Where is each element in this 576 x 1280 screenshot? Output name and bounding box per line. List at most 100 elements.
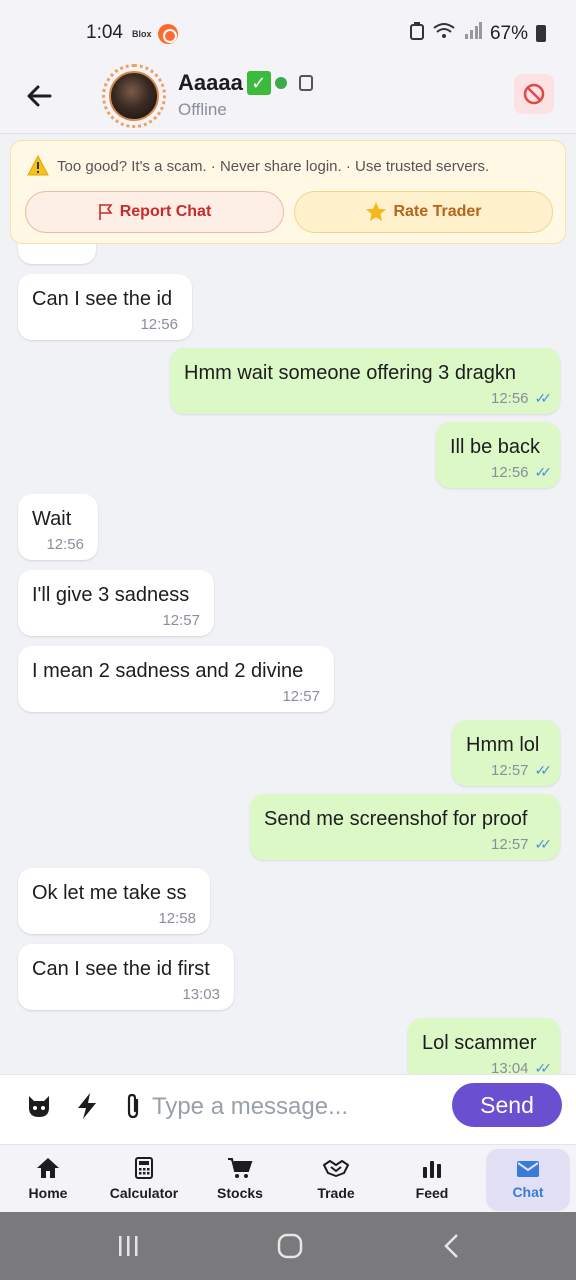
- flag-icon: [98, 204, 113, 220]
- message-time: 12:57: [162, 612, 200, 629]
- contact-status: Offline: [178, 100, 227, 119]
- rate-trader-button[interactable]: Rate Trader: [294, 191, 553, 233]
- status-app-label: Blox: [132, 29, 152, 39]
- message-composer: Send: [0, 1074, 576, 1144]
- nav-label: Home: [28, 1185, 68, 1201]
- message-text: Lol scammer: [422, 1032, 537, 1054]
- message-time: 12:56 ✓✓: [490, 390, 553, 407]
- star-icon: [366, 202, 387, 221]
- message-time: 12:57: [282, 688, 320, 705]
- double-check-icon: ✓✓: [534, 390, 553, 406]
- recent-apps-button[interactable]: [108, 1232, 148, 1260]
- status-right: 67%: [409, 22, 546, 45]
- screen-record-icon: [158, 24, 178, 44]
- message-input[interactable]: [152, 1087, 442, 1127]
- double-check-icon: ✓✓: [534, 836, 553, 852]
- verified-check-icon: ✓: [246, 71, 271, 95]
- home-system-button[interactable]: [270, 1232, 310, 1260]
- scam-warning-banner: Too good? It's a scam. · Never share log…: [10, 140, 566, 244]
- message-text: I mean 2 sadness and 2 divine: [32, 660, 304, 682]
- system-navigation-bar: [0, 1212, 576, 1280]
- double-check-icon: ✓✓: [534, 464, 553, 480]
- lightning-icon[interactable]: [72, 1091, 102, 1121]
- message-bubble-received[interactable]: I'll give 3 sadness 12:57: [18, 570, 214, 636]
- nav-label: Chat: [512, 1184, 544, 1200]
- double-check-icon: ✓✓: [534, 1060, 553, 1074]
- message-time: 12:56: [140, 316, 178, 333]
- message-time: 13:03: [182, 986, 220, 1003]
- message-text: I'll give 3 sadness: [32, 584, 190, 606]
- message-time: 12:57 ✓✓: [490, 762, 553, 779]
- message-time: 12:56 ✓✓: [490, 464, 553, 481]
- wifi-icon: [432, 22, 456, 45]
- nav-label: Calculator: [109, 1185, 179, 1201]
- message-text: Hmm wait someone offering 3 dragkn: [184, 362, 517, 384]
- avatar[interactable]: [102, 64, 166, 128]
- mail-icon: [517, 1161, 539, 1177]
- nav-item-trade[interactable]: Trade: [288, 1145, 384, 1213]
- message-bubble-sent[interactable]: Hmm lol 12:57 ✓✓: [452, 720, 560, 786]
- home-circle-icon: [277, 1233, 303, 1259]
- double-check-icon: ✓✓: [534, 762, 553, 778]
- paperclip-icon[interactable]: [118, 1091, 148, 1121]
- message-text: Hmm lol: [466, 734, 540, 756]
- message-bubble-received[interactable]: I mean 2 sadness and 2 divine 12:57: [18, 646, 334, 712]
- message-bubble-received[interactable]: Wait 12:56: [18, 494, 98, 560]
- block-icon: [523, 83, 545, 105]
- arrow-left-icon: [27, 85, 52, 107]
- alarm-icon: [409, 22, 424, 45]
- nav-item-stocks[interactable]: Stocks: [192, 1145, 288, 1213]
- contact-name-row: Aaaaa ✓: [178, 70, 313, 96]
- chevron-left-icon: [444, 1234, 458, 1258]
- message-text: Wait: [32, 508, 72, 530]
- signal-icon: [464, 22, 482, 45]
- block-user-button[interactable]: [514, 74, 554, 114]
- message-time: 12:58: [158, 910, 196, 927]
- report-chat-label: Report Chat: [119, 203, 212, 220]
- message-bubble-received[interactable]: Ok let me take ss 12:58: [18, 868, 210, 934]
- status-bar: 1:04 Blox 67%: [0, 0, 576, 64]
- warning-icon: [27, 154, 49, 182]
- report-chat-button[interactable]: Report Chat: [25, 191, 284, 233]
- back-button[interactable]: [22, 78, 58, 114]
- recents-icon: [119, 1236, 138, 1256]
- back-system-button[interactable]: [432, 1232, 472, 1260]
- bar-chart-icon: [423, 1161, 441, 1178]
- online-gem-icon: [274, 77, 287, 89]
- message-bubble-received[interactable]: Can I see the id 12:56: [18, 274, 192, 340]
- message-bubble-sent[interactable]: Hmm wait someone offering 3 dragkn 12:56…: [170, 348, 560, 414]
- battery-percent: 67%: [489, 22, 528, 44]
- message-text: Ill be back: [450, 436, 541, 458]
- github-cat-icon[interactable]: [24, 1091, 54, 1121]
- copy-icon[interactable]: [298, 75, 313, 91]
- message-text: Ok let me take ss: [32, 882, 187, 904]
- message-bubble-received[interactable]: Can I see the id first 13:03: [18, 944, 234, 1010]
- handshake-icon: [323, 1160, 349, 1177]
- nav-label: Trade: [317, 1185, 355, 1201]
- nav-item-calculator[interactable]: Calculator: [96, 1145, 192, 1213]
- message-time: 13:04 ✓✓: [491, 1060, 553, 1074]
- nav-label: Feed: [415, 1185, 449, 1201]
- calculator-icon: [135, 1157, 153, 1179]
- message-bubble-sent[interactable]: Send me screenshof for proof 12:57 ✓✓: [250, 794, 560, 860]
- message-bubble-sent[interactable]: Lol scammer 13:04 ✓✓: [408, 1018, 560, 1074]
- message-time: 12:56: [46, 536, 84, 553]
- warning-text: Too good? It's a scam. · Never share log…: [57, 158, 490, 175]
- nav-item-home[interactable]: Home: [0, 1145, 96, 1213]
- message-bubble-sent[interactable]: Ill be back 12:56 ✓✓: [436, 422, 560, 488]
- nav-item-feed[interactable]: Feed: [384, 1145, 480, 1213]
- nav-item-chat[interactable]: Chat: [486, 1149, 570, 1211]
- battery-icon: [536, 25, 546, 42]
- message-list[interactable]: Can I see the id 12:56 Hmm wait someone …: [0, 244, 576, 1074]
- bottom-navigation: Home Calculator Stocks Trade Feed Chat: [0, 1144, 576, 1212]
- cart-icon: [228, 1158, 253, 1178]
- message-bubble-partial[interactable]: [18, 244, 96, 264]
- send-button[interactable]: Send: [452, 1083, 562, 1127]
- message-text: Can I see the id first: [32, 958, 210, 980]
- nav-label: Stocks: [217, 1185, 263, 1201]
- avatar-image: [109, 71, 159, 121]
- message-text: Send me screenshof for proof: [264, 808, 528, 830]
- chat-header: Aaaaa ✓ Offline: [0, 64, 576, 134]
- contact-name: Aaaaa: [178, 70, 243, 95]
- message-text: Can I see the id: [32, 288, 173, 310]
